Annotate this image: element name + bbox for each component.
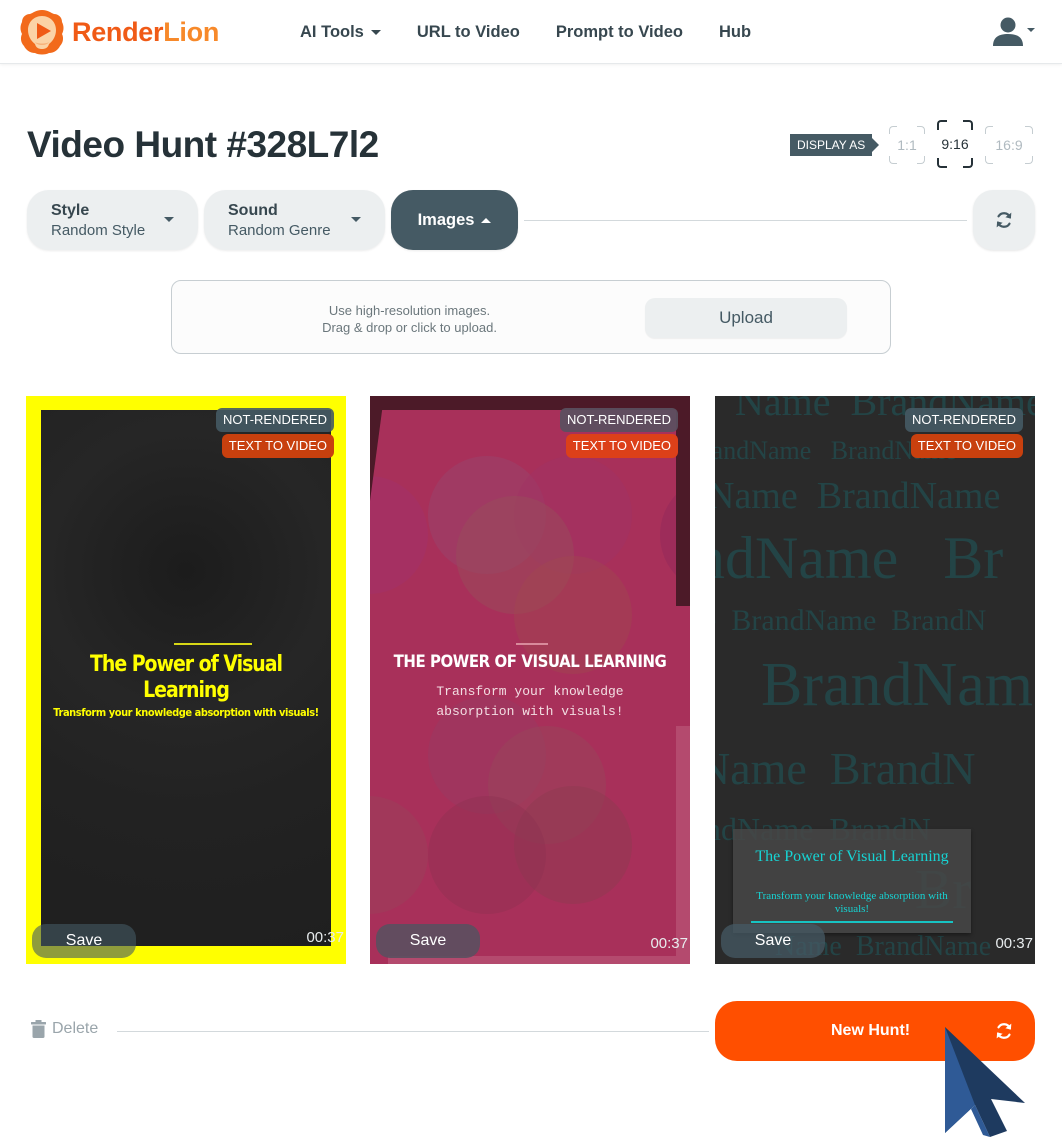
style-dropdown[interactable]: Style Random Style <box>27 190 198 250</box>
sound-dropdown[interactable]: Sound Random Genre <box>204 190 385 250</box>
main-nav: AI Tools URL to Video Prompt to Video Hu… <box>300 0 787 64</box>
nav-ai-tools[interactable]: AI Tools <box>300 23 381 42</box>
sound-dropdown-title: Sound <box>228 202 278 219</box>
display-as-label: DISPLAY AS <box>790 134 880 156</box>
status-badge: NOT-RENDERED <box>215 408 334 432</box>
brand-watermark: ndName Br <box>715 525 1004 591</box>
chevron-down-icon <box>370 29 381 35</box>
nav-prompt-to-video[interactable]: Prompt to Video <box>556 23 683 42</box>
trash-icon <box>31 1020 46 1038</box>
chevron-up-icon <box>481 217 492 223</box>
brand-watermark: Name BrandN <box>715 743 976 794</box>
upload-button[interactable]: Upload <box>645 298 847 338</box>
frame-decoration <box>676 726 690 964</box>
bg-circle <box>370 796 428 914</box>
lion-play-logo-icon <box>20 10 64 55</box>
ratio-1-1-button[interactable]: 1:1 <box>889 126 925 164</box>
video-card[interactable]: THE POWER OF VISUAL LEARNING Transform y… <box>370 396 690 964</box>
divider <box>117 1031 709 1032</box>
title-underline <box>751 921 953 923</box>
video-title: The Power of Visual Learning <box>755 848 949 865</box>
chevron-down-icon <box>164 217 174 222</box>
chevron-down-icon <box>351 217 361 222</box>
ratio-9-16-button[interactable]: 9:16 <box>937 120 973 168</box>
style-dropdown-title: Style <box>51 202 90 219</box>
nav-url-to-video[interactable]: URL to Video <box>417 23 520 42</box>
refresh-icon <box>996 1023 1012 1039</box>
divider <box>524 220 967 221</box>
duration-label: 00:37 <box>306 929 344 946</box>
chevron-down-icon <box>1027 28 1035 32</box>
user-icon <box>993 17 1023 46</box>
video-title: THE POWER OF VISUAL LEARNING <box>393 652 667 672</box>
ratio-16-9-button[interactable]: 16:9 <box>985 126 1033 164</box>
bg-circle <box>428 796 546 914</box>
upload-hint: Use high-resolution images. Drag & drop … <box>322 303 497 335</box>
style-dropdown-value: Random Style <box>51 222 146 239</box>
logo-wordmark: RenderLion <box>72 16 220 47</box>
video-card[interactable]: The Power of Visual Learning Transform y… <box>26 396 346 964</box>
sound-dropdown-value: Random Genre <box>228 222 331 239</box>
title-rule <box>516 643 548 645</box>
brand-watermark: e BrandName BrandN <box>715 604 987 637</box>
renderlion-logo[interactable]: RenderLion <box>18 8 219 56</box>
type-badge: TEXT TO VIDEO <box>221 434 334 458</box>
brand-watermark: Name BrandName <box>715 475 1001 517</box>
status-badge: NOT-RENDERED <box>559 408 678 432</box>
save-button[interactable]: Save <box>721 924 825 958</box>
top-navbar: RenderLion AI Tools URL to Video Prompt … <box>0 0 1062 64</box>
user-menu[interactable] <box>992 16 1035 46</box>
images-toggle-button[interactable]: Images <box>391 190 518 250</box>
duration-label: 00:37 <box>650 935 688 952</box>
refresh-icon <box>996 212 1012 228</box>
title-rule <box>174 643 252 645</box>
video-card[interactable]: Name BrandName randName BrandName Name B… <box>715 396 1035 964</box>
title-overlay-box: The Power of Visual Learning Transform y… <box>733 829 971 933</box>
type-badge: TEXT TO VIDEO <box>910 434 1023 458</box>
video-subtitle: Transform your knowledge absorption with… <box>436 684 624 719</box>
brand-watermark: BrandName <box>761 651 1035 719</box>
new-hunt-button[interactable]: New Hunt! <box>715 1001 1035 1061</box>
nav-hub[interactable]: Hub <box>719 23 751 42</box>
video-subtitle: Transform your knowledge absorption with… <box>53 706 319 719</box>
delete-button[interactable]: Delete <box>31 1020 98 1038</box>
duration-label: 00:37 <box>995 935 1033 952</box>
page-title: Video Hunt #328L7l2 <box>27 124 379 165</box>
save-button[interactable]: Save <box>32 924 136 958</box>
bg-circle <box>370 476 428 594</box>
type-badge: TEXT TO VIDEO <box>565 434 678 458</box>
frame-decoration <box>676 396 690 606</box>
video-subtitle: Transform your knowledge absorption with… <box>756 890 948 915</box>
video-title: The Power of Visual Learning <box>90 652 283 703</box>
status-badge: NOT-RENDERED <box>904 408 1023 432</box>
image-upload-dropzone[interactable]: Use high-resolution images. Drag & drop … <box>171 280 891 354</box>
refresh-all-button[interactable] <box>973 190 1035 250</box>
save-button[interactable]: Save <box>376 924 480 958</box>
